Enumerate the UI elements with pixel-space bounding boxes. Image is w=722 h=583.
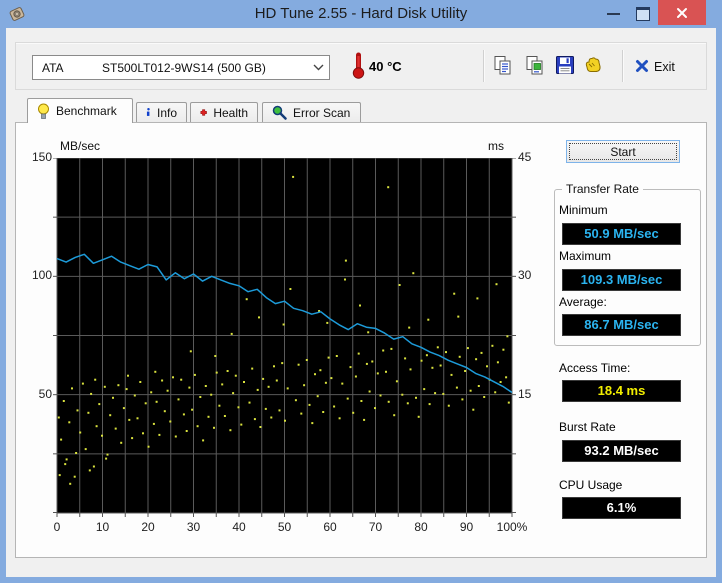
close-button[interactable]: [658, 0, 706, 25]
minimize-button[interactable]: [598, 0, 628, 27]
maximum-value: 109.3 MB/sec: [562, 269, 681, 291]
maximize-icon: [636, 6, 650, 21]
maximize-button[interactable]: [628, 0, 658, 27]
save-icon[interactable]: [554, 55, 576, 76]
drive-dropdown[interactable]: ATA ST500LT012-9WS14 (500 GB): [32, 55, 330, 80]
tab-health[interactable]: Health: [190, 102, 258, 122]
start-button-label: Start: [610, 144, 636, 159]
bulb-icon: [38, 103, 49, 119]
tab-benchmark[interactable]: Benchmark: [27, 98, 133, 123]
left-axis-tick: 100: [31, 268, 52, 283]
tab-health-label: Health: [213, 105, 248, 120]
title-bar[interactable]: HD Tune 2.55 - Hard Disk Utility: [0, 0, 722, 28]
minimize-icon: [606, 12, 620, 15]
right-axis-tick: 15: [518, 386, 532, 401]
benchmark-chart: [53, 158, 516, 517]
magnifier-icon: [272, 105, 287, 120]
toolbar-separator: [622, 50, 623, 82]
right-axis-tick: 30: [518, 268, 532, 283]
tab-error-scan-label: Error Scan: [293, 105, 351, 120]
copy-icon[interactable]: [492, 55, 514, 76]
start-button[interactable]: Start: [566, 140, 680, 163]
minimum-value: 50.9 MB/sec: [562, 223, 681, 245]
transfer-rate-group-label: Transfer Rate: [562, 182, 643, 196]
info-icon: [146, 107, 150, 116]
drive-interface-label: ATA: [42, 60, 64, 75]
x-axis-tick: 40: [232, 520, 246, 534]
average-value: 86.7 MB/sec: [562, 314, 681, 336]
x-axis-tick: 70: [368, 520, 383, 534]
tab-benchmark-label: Benchmark: [56, 104, 117, 118]
drive-model-label: ST500LT012-9WS14 (500 GB): [102, 60, 266, 75]
right-axis-unit: ms: [488, 139, 504, 153]
close-icon: [677, 7, 687, 18]
exit-button[interactable]: Exit: [633, 57, 707, 77]
exit-label: Exit: [654, 60, 675, 74]
temperature-value: 40 °C: [369, 59, 402, 74]
x-axis-tick: 0: [53, 520, 61, 534]
x-axis-tick: 90: [459, 520, 474, 534]
x-axis-tick: 30: [186, 520, 201, 534]
burst-rate-label: Burst Rate: [559, 420, 616, 434]
exit-x-icon: [636, 60, 648, 72]
tab-error-scan[interactable]: Error Scan: [262, 102, 361, 122]
cpu-usage-value: 6.1%: [562, 497, 681, 519]
left-axis-tick: 150: [31, 150, 52, 164]
left-axis-tick: 50: [38, 386, 52, 401]
x-axis-tick: 80: [414, 520, 428, 534]
toolbar-separator: [483, 50, 484, 82]
thermometer-icon: [352, 52, 365, 79]
average-label: Average:: [559, 295, 607, 309]
copy-image-icon[interactable]: [524, 55, 546, 76]
maximum-label: Maximum: [559, 249, 612, 263]
burst-rate-value: 93.2 MB/sec: [562, 440, 681, 462]
tab-info-label: Info: [156, 105, 177, 120]
access-time-label: Access Time:: [559, 361, 631, 375]
chevron-down-icon: [307, 64, 329, 71]
right-axis-tick: 45: [518, 150, 532, 164]
access-time-value: 18.4 ms: [562, 380, 681, 402]
left-axis-unit: MB/sec: [60, 139, 101, 153]
cpu-usage-label: CPU Usage: [559, 478, 623, 492]
x-axis-tick: 60: [323, 520, 337, 534]
hdtune-window: { "window": { "title": "HD Tune 2.55 - H…: [0, 0, 722, 583]
tab-info[interactable]: Info: [136, 102, 187, 122]
x-axis-tick: 100%: [496, 520, 528, 534]
minimum-label: Minimum: [559, 203, 608, 217]
x-axis-tick: 10: [95, 520, 110, 534]
x-axis-tick: 20: [141, 520, 155, 534]
x-axis-tick: 50: [277, 520, 292, 534]
health-icon: [200, 109, 207, 116]
hand-icon[interactable]: [582, 55, 604, 76]
